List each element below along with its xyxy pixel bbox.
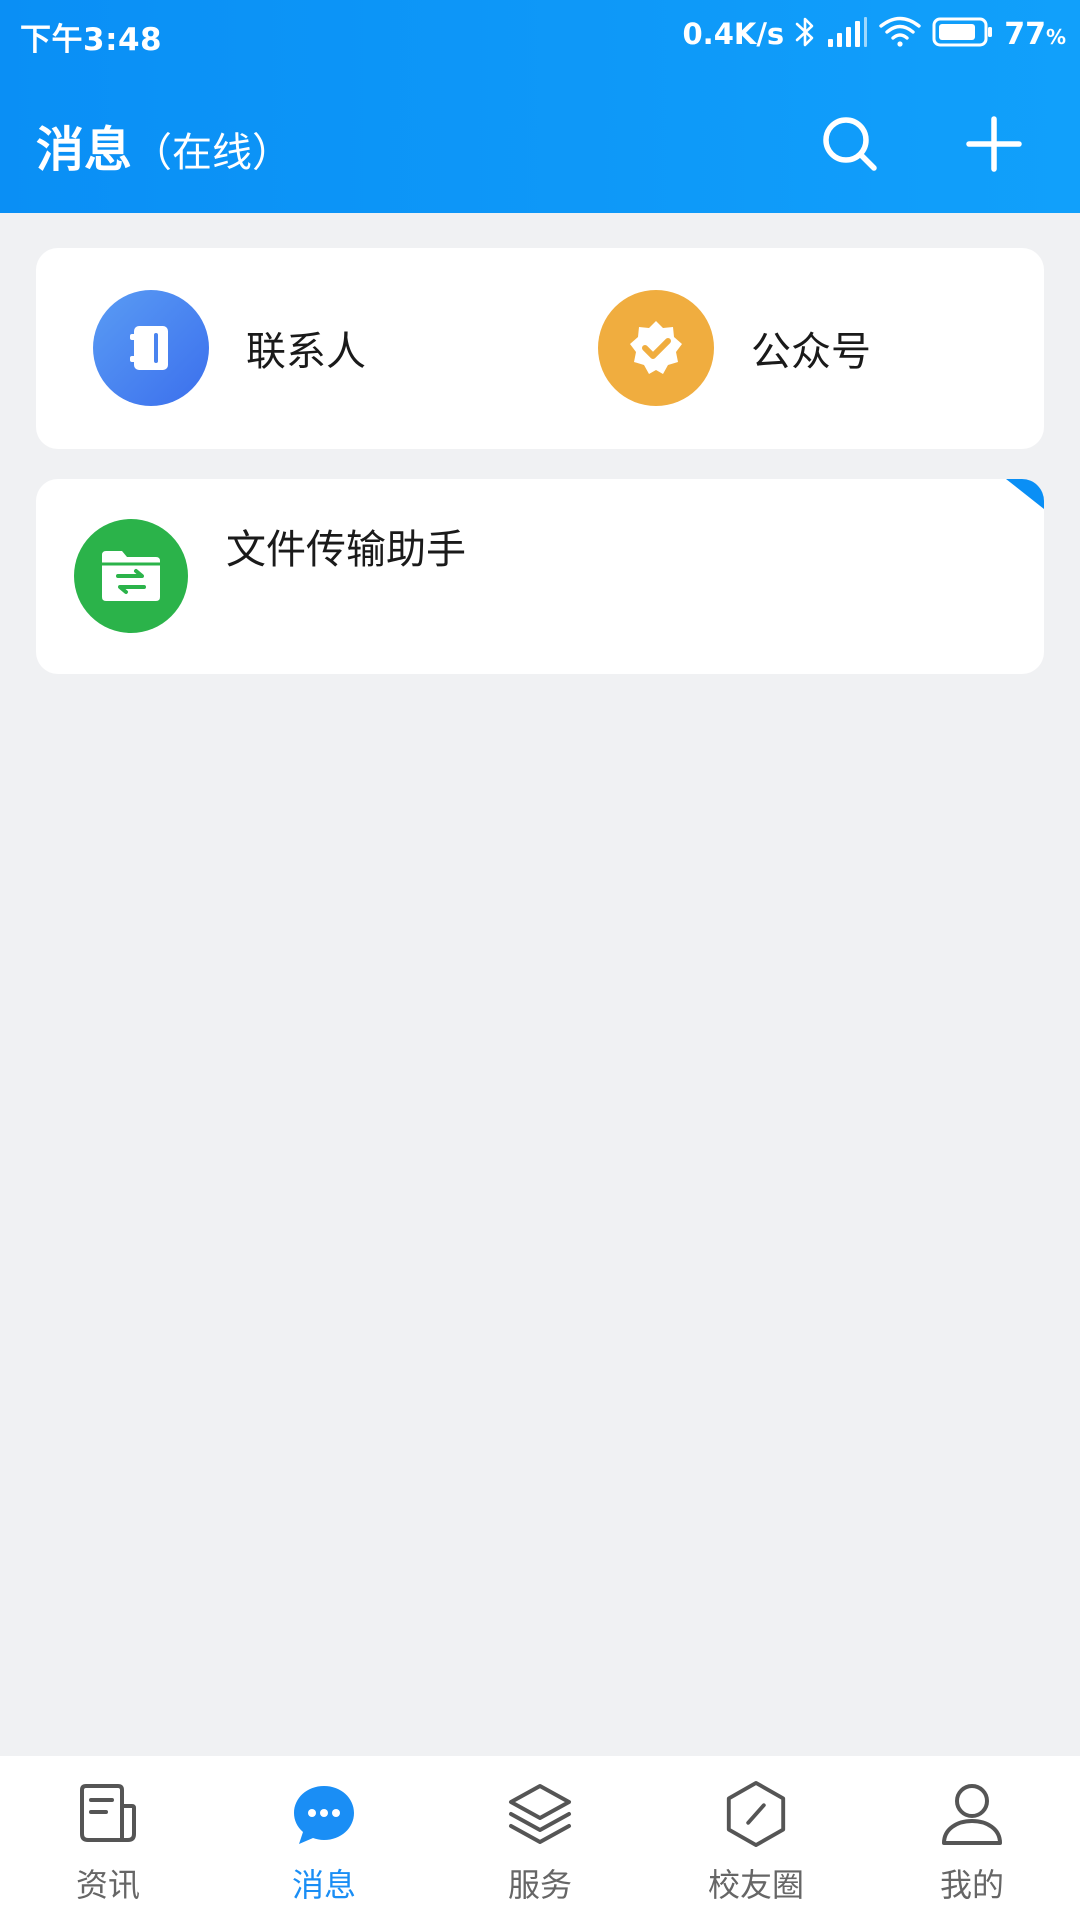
layers-icon xyxy=(506,1780,574,1848)
wifi-icon xyxy=(878,15,922,53)
quick-entries-card: 联系人 公众号 xyxy=(36,248,1044,449)
plus-icon xyxy=(966,116,1022,172)
search-button[interactable] xyxy=(812,106,888,182)
tab-services-label: 服务 xyxy=(507,1866,572,1904)
chat-bubble-icon xyxy=(290,1780,358,1848)
contacts-label: 联系人 xyxy=(246,329,366,375)
pinned-indicator xyxy=(1006,479,1044,509)
verified-badge-icon xyxy=(598,290,714,406)
battery-unit: % xyxy=(1045,24,1066,49)
conversation-name: 文件传输助手 xyxy=(226,527,466,573)
bluetooth-icon xyxy=(794,15,816,53)
tab-alumni-circle-label: 校友圈 xyxy=(707,1866,804,1904)
battery-percentage: 77% xyxy=(1004,17,1066,52)
tab-profile-label: 我的 xyxy=(939,1866,1004,1904)
tab-news-label: 资讯 xyxy=(75,1866,140,1904)
search-icon xyxy=(823,117,877,171)
news-icon xyxy=(74,1780,142,1848)
file-transfer-icon xyxy=(74,519,188,633)
add-button[interactable] xyxy=(956,106,1032,182)
contacts-entry[interactable]: 联系人 xyxy=(93,290,366,406)
tab-messages-label: 消息 xyxy=(291,1866,356,1904)
hexagon-slash-icon xyxy=(722,1780,790,1848)
tab-news[interactable]: 资讯 xyxy=(0,1756,216,1920)
network-speed: 0.4K/s xyxy=(682,17,785,51)
conversation-item-file-transfer[interactable]: 文件传输助手 xyxy=(36,479,1044,674)
page-title-text: 消息 xyxy=(36,122,133,178)
online-status: （在线） xyxy=(132,130,293,176)
status-time: 下午3:48 xyxy=(20,22,163,58)
official-accounts-entry[interactable]: 公众号 xyxy=(598,290,871,406)
status-indicators: 0.4K/s 77% xyxy=(683,12,1067,56)
battery-value: 77 xyxy=(1004,16,1046,52)
tab-services[interactable]: 服务 xyxy=(432,1756,648,1920)
official-accounts-label: 公众号 xyxy=(751,329,871,375)
contacts-book-icon xyxy=(93,290,209,406)
status-bar: 下午3:48 0.4K/s 77% xyxy=(0,0,1080,70)
battery-icon xyxy=(932,16,994,52)
tab-profile[interactable]: 我的 xyxy=(864,1756,1080,1920)
signal-icon xyxy=(826,15,868,53)
bottom-tab-bar: 资讯 消息 服务 校友圈 我的 xyxy=(0,1756,1080,1920)
app-header: 下午3:48 0.4K/s 77% 消息（在线） xyxy=(0,0,1080,213)
tab-alumni-circle[interactable]: 校友圈 xyxy=(648,1756,864,1920)
page-title: 消息（在线） xyxy=(36,110,292,180)
tab-messages[interactable]: 消息 xyxy=(216,1756,432,1920)
user-icon xyxy=(938,1780,1006,1848)
